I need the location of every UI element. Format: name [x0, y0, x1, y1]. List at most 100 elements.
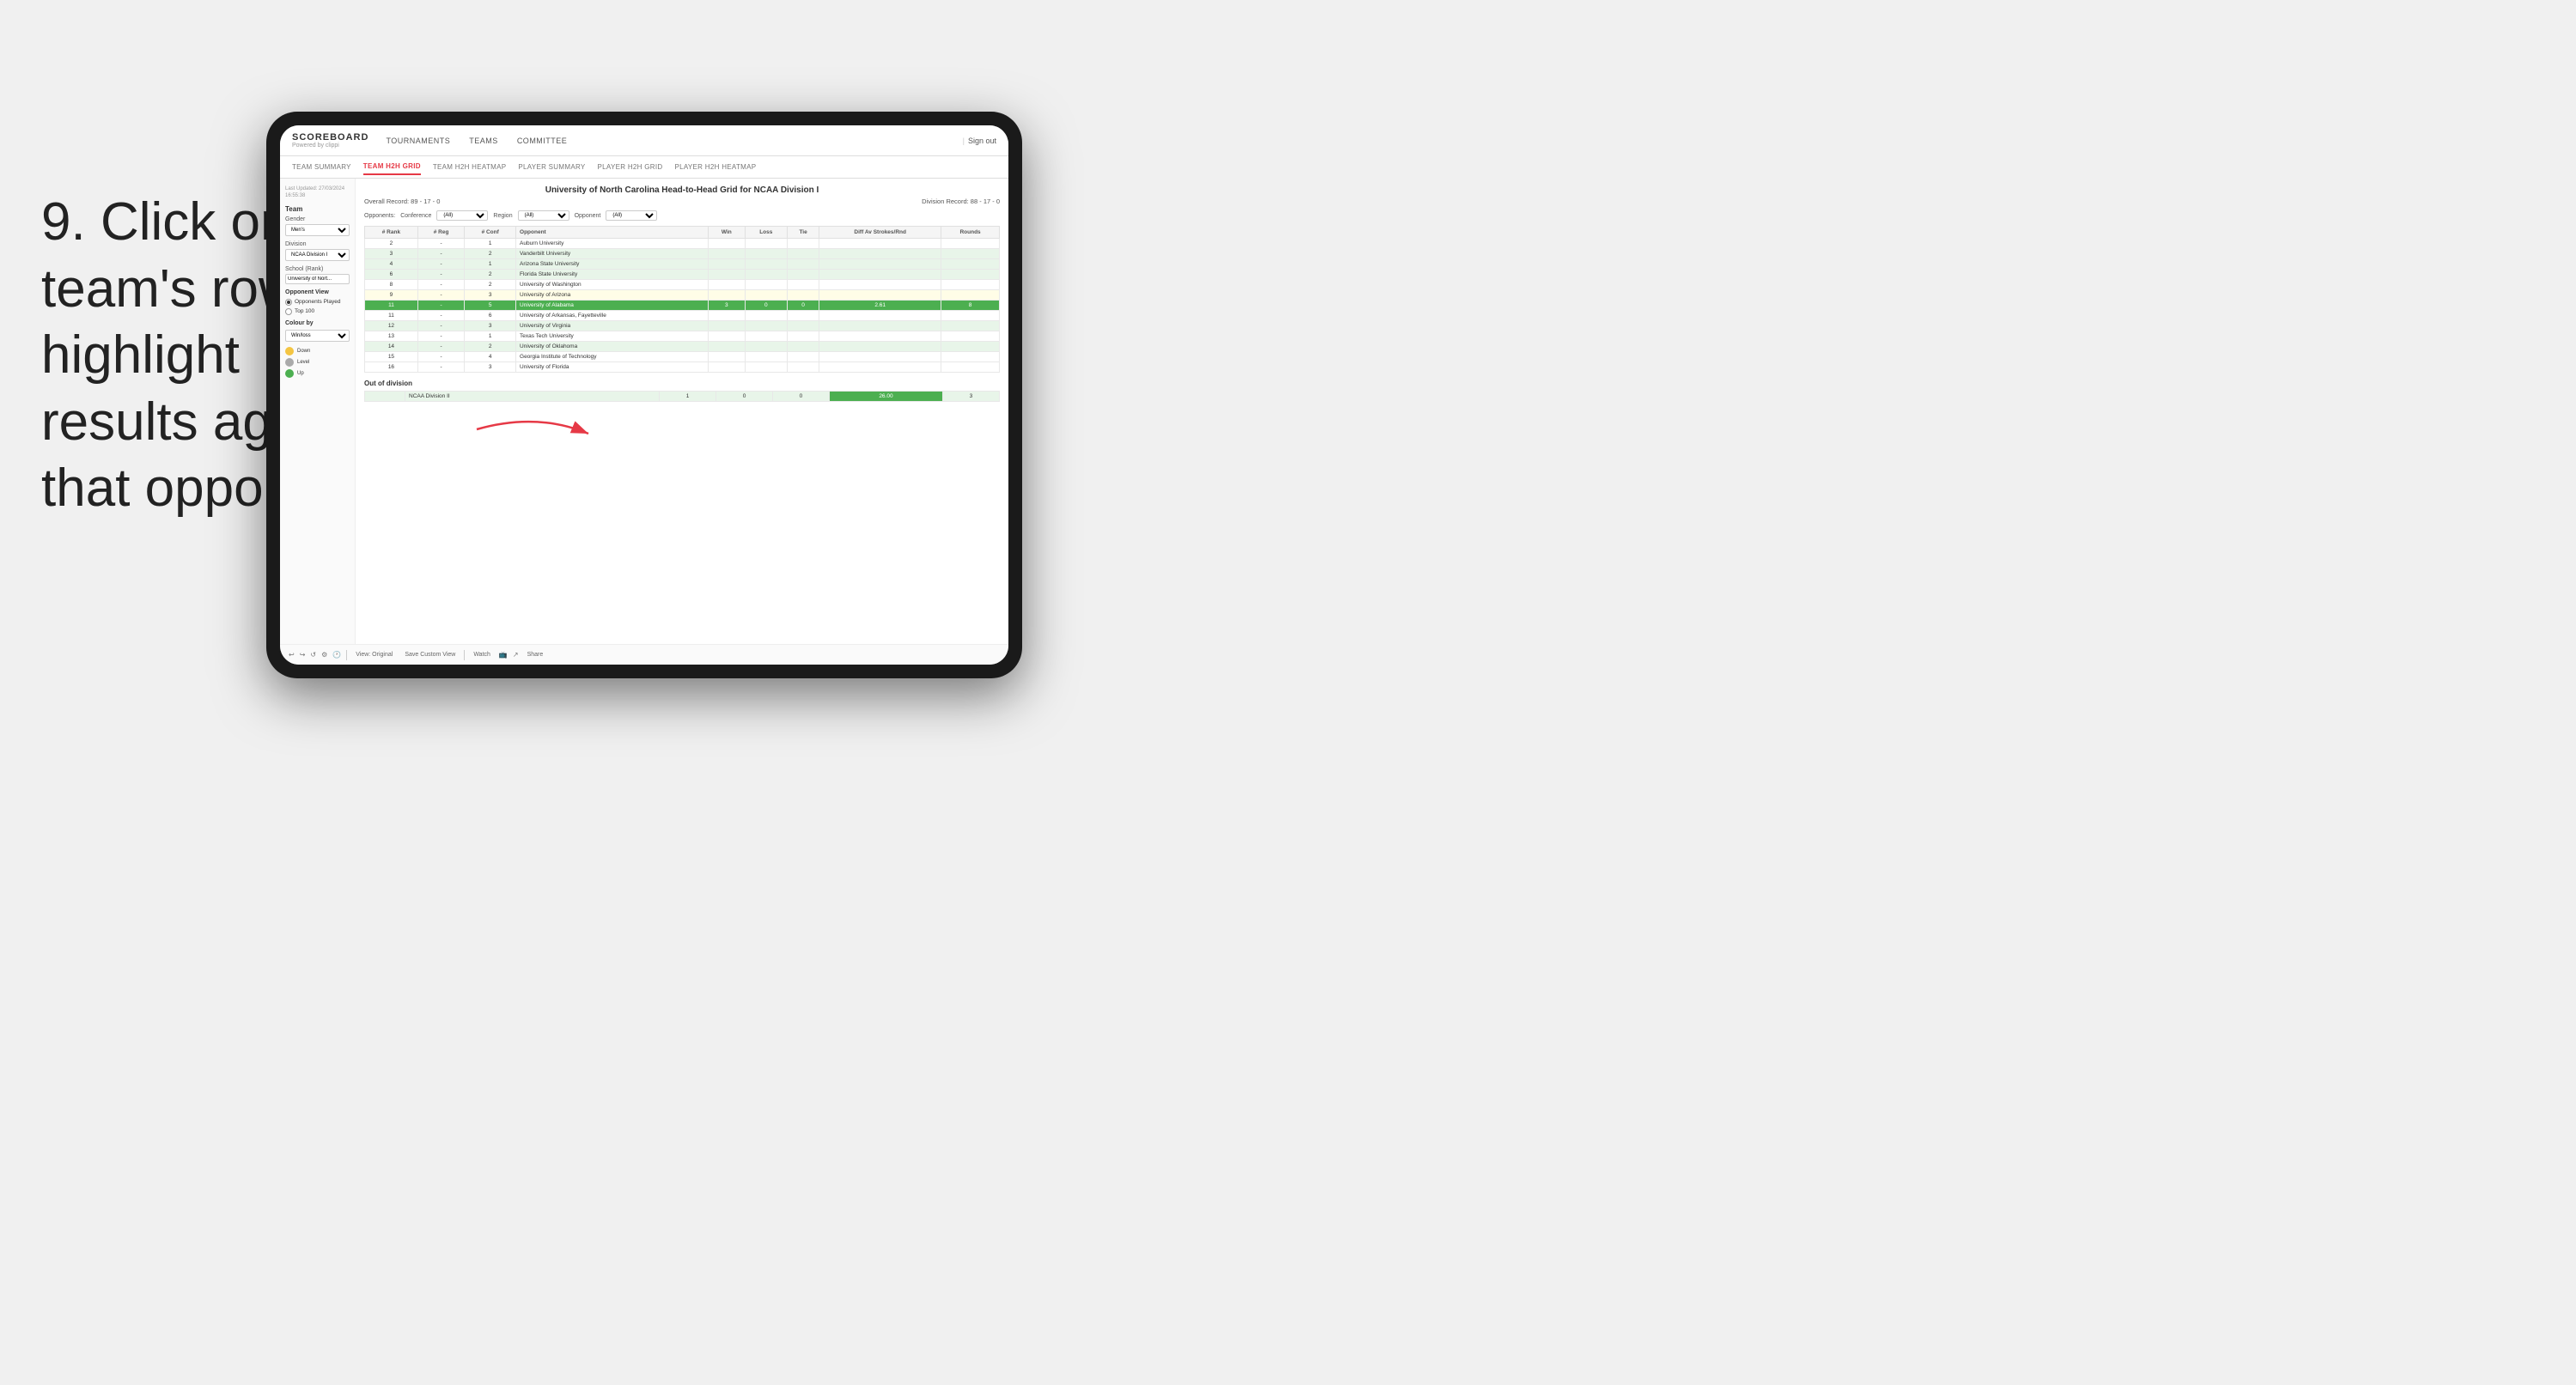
sidebar-division-label: Division [285, 241, 350, 247]
sidebar-school-rank-input[interactable] [285, 274, 350, 284]
legend-down: Down [285, 347, 350, 355]
sign-out-link[interactable]: Sign out [968, 137, 996, 145]
out-of-division-section: Out of division NCAA Division II 1 0 0 2… [364, 380, 1000, 402]
nav-item-tournaments[interactable]: TOURNAMENTS [382, 135, 454, 147]
nav-item-teams[interactable]: TEAMS [466, 135, 502, 147]
sidebar-division-select[interactable]: NCAA Division I [285, 249, 350, 261]
legend-level-icon [285, 358, 294, 367]
top100-label: Top 100 [295, 308, 314, 314]
tab-player-summary[interactable]: PLAYER SUMMARY [518, 160, 585, 174]
sidebar-school-rank-label: School (Rank) [285, 266, 350, 272]
refresh-icon[interactable]: ↺ [310, 651, 316, 659]
table-row[interactable]: 13-1Texas Tech University [365, 331, 1000, 342]
col-reg: # Reg [417, 227, 464, 239]
nav-items: TOURNAMENTS TEAMS COMMITTEE [382, 135, 962, 147]
legend-up-icon [285, 369, 294, 378]
opponents-filter-label: Opponents: [364, 213, 395, 219]
col-tie: Tie [787, 227, 819, 239]
table-row[interactable]: 2-1Auburn University [365, 239, 1000, 249]
logo-powered: Powered by clippi [292, 143, 368, 149]
opponent-filter-select[interactable]: (All) [606, 210, 657, 221]
out-of-division-division: NCAA Division II [405, 392, 660, 402]
sidebar-opponents-played-radio[interactable]: Opponents Played [285, 299, 350, 306]
table-row[interactable]: 9-3University of Arizona [365, 290, 1000, 301]
table-row[interactable]: 11-6University of Arkansas, Fayetteville [365, 311, 1000, 321]
out-of-division-label [365, 392, 405, 402]
view-original-btn[interactable]: View: Original [352, 650, 396, 659]
tab-team-summary[interactable]: TEAM SUMMARY [292, 160, 351, 174]
watch-btn[interactable]: Watch [470, 650, 494, 659]
share-btn[interactable]: Share [524, 650, 547, 659]
out-of-division-table: NCAA Division II 1 0 0 26.00 3 [364, 391, 1000, 402]
col-rounds: Rounds [941, 227, 1000, 239]
region-filter-select[interactable]: (All) [518, 210, 569, 221]
col-diff: Diff Av Strokes/Rnd [819, 227, 941, 239]
tablet-screen: SCOREBOARD Powered by clippi TOURNAMENTS… [280, 125, 1008, 665]
table-row[interactable]: 15-4Georgia Institute of Technology [365, 352, 1000, 362]
tab-team-h2h-heatmap[interactable]: TEAM H2H HEATMAP [433, 160, 507, 174]
out-of-division-title: Out of division [364, 380, 1000, 387]
table-row[interactable]: 12-3University of Virginia [365, 321, 1000, 331]
table-row[interactable]: 14-2University of Oklahoma [365, 342, 1000, 352]
sidebar-gender-label: Gender [285, 216, 350, 222]
opponent-filter-label: Opponent [575, 213, 601, 219]
out-of-division-loss: 0 [716, 392, 773, 402]
screen-icon[interactable]: 📺 [499, 651, 508, 659]
table-row[interactable]: 4-1Arizona State University [365, 259, 1000, 270]
out-of-division-tie: 0 [772, 392, 829, 402]
legend-down-icon [285, 347, 294, 355]
share-icon[interactable]: ↗ [513, 651, 519, 659]
main-content: Last Updated: 27/03/2024 16:55:38 Team G… [280, 179, 1008, 644]
legend-up-label: Up [297, 371, 304, 376]
col-win: Win [709, 227, 746, 239]
table-row[interactable]: 11-5University of Alabama3002.618 [365, 301, 1000, 311]
settings-icon[interactable]: ⚙ [321, 651, 327, 659]
records-row: Overall Record: 89 - 17 - 0 Division Rec… [364, 197, 1000, 205]
sidebar-team-label: Team [285, 205, 350, 213]
out-of-division-rounds: 3 [942, 392, 999, 402]
tablet-device: SCOREBOARD Powered by clippi TOURNAMENTS… [266, 112, 1022, 678]
table-row[interactable]: 3-2Vanderbilt University [365, 249, 1000, 259]
out-of-division-row[interactable]: NCAA Division II 1 0 0 26.00 3 [365, 392, 1000, 402]
table-row[interactable]: 8-2University of Washington [365, 280, 1000, 290]
col-loss: Loss [745, 227, 787, 239]
redo-icon[interactable]: ↪ [300, 651, 306, 659]
filters-row: Opponents: Conference (All) Region (All)… [364, 210, 1000, 221]
content-area: University of North Carolina Head-to-Hea… [356, 179, 1008, 644]
h2h-table: # Rank # Reg # Conf Opponent Win Loss Ti… [364, 226, 1000, 373]
legend-down-label: Down [297, 349, 310, 354]
sidebar-opponent-view-title: Opponent View [285, 289, 350, 295]
tab-player-h2h-grid[interactable]: PLAYER H2H GRID [598, 160, 663, 174]
col-conf: # Conf [465, 227, 516, 239]
logo-area: SCOREBOARD Powered by clippi [292, 132, 368, 149]
tab-team-h2h-grid[interactable]: TEAM H2H GRID [363, 159, 421, 175]
save-custom-view-btn[interactable]: Save Custom View [401, 650, 459, 659]
opponents-played-radio-btn[interactable] [285, 299, 292, 306]
conference-filter-select[interactable]: (All) [436, 210, 488, 221]
col-rank: # Rank [365, 227, 418, 239]
nav-divider: | [963, 137, 965, 145]
table-row[interactable]: 16-3University of Florida [365, 362, 1000, 373]
logo-scoreboard: SCOREBOARD [292, 132, 368, 143]
sidebar-colour-by-select[interactable]: Win/loss [285, 330, 350, 342]
legend-level: Level [285, 358, 350, 367]
sub-nav: TEAM SUMMARY TEAM H2H GRID TEAM H2H HEAT… [280, 156, 1008, 179]
overall-record: Overall Record: 89 - 17 - 0 [364, 197, 440, 205]
top-nav: SCOREBOARD Powered by clippi TOURNAMENTS… [280, 125, 1008, 156]
sidebar-top100-radio[interactable]: Top 100 [285, 308, 350, 315]
sidebar-gender-select[interactable]: Men's [285, 224, 350, 236]
top100-radio-btn[interactable] [285, 308, 292, 315]
legend-level-label: Level [297, 360, 309, 365]
table-row[interactable]: 6-2Florida State University [365, 270, 1000, 280]
region-filter-label: Region [493, 213, 512, 219]
sidebar-last-updated: Last Updated: 27/03/2024 16:55:38 [285, 185, 350, 200]
out-of-division-win: 1 [660, 392, 716, 402]
toolbar-separator-2 [464, 650, 465, 660]
nav-item-committee[interactable]: COMMITTEE [514, 135, 571, 147]
col-opponent: Opponent [516, 227, 709, 239]
tab-player-h2h-heatmap[interactable]: PLAYER H2H HEATMAP [674, 160, 756, 174]
out-of-division-diff: 26.00 [829, 392, 942, 402]
undo-icon[interactable]: ↩ [289, 651, 295, 659]
clock-icon[interactable]: 🕐 [332, 651, 341, 659]
opponents-played-label: Opponents Played [295, 299, 340, 305]
